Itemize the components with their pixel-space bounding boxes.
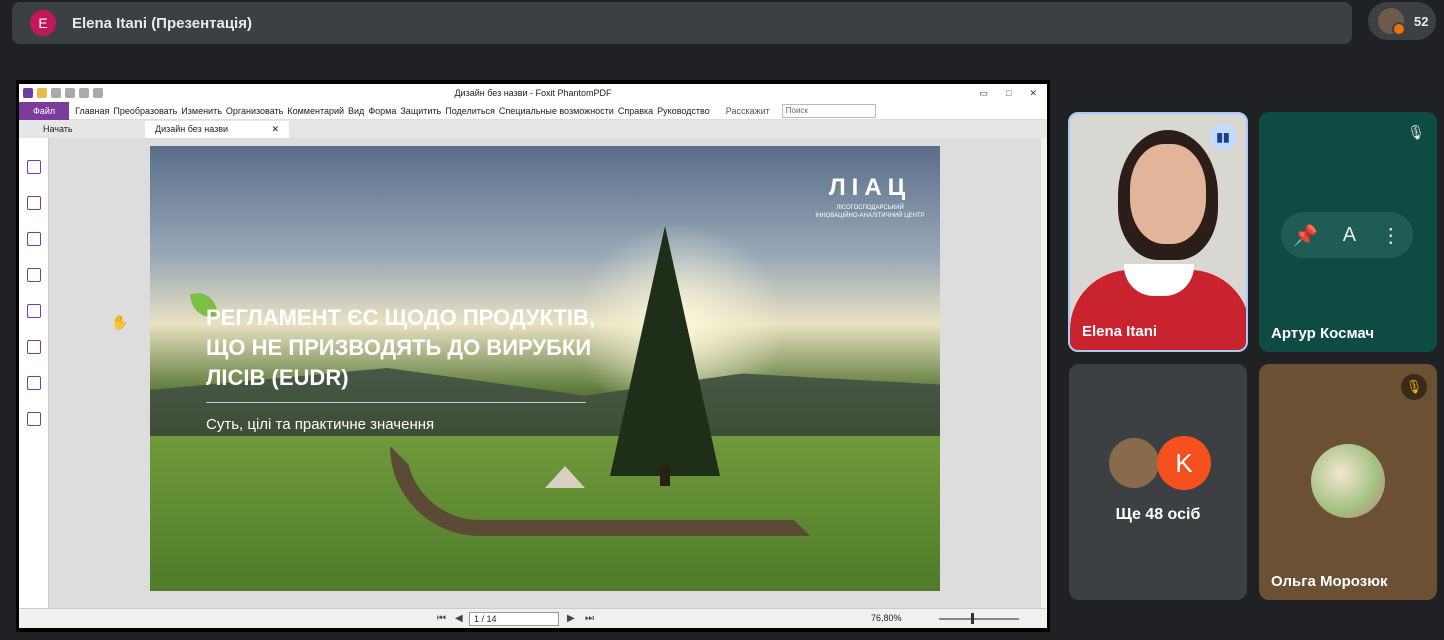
menu-form[interactable]: Форма	[368, 106, 396, 116]
close-tab-icon[interactable]: ✕	[271, 124, 279, 138]
slide-divider	[206, 402, 586, 403]
presentation-slide: ЛІАЦ Лісогосподарський інноваційно-аналі…	[150, 146, 940, 591]
close-icon[interactable]: ✕	[1029, 88, 1037, 99]
pages-icon[interactable]	[26, 196, 41, 210]
form-icon[interactable]	[26, 376, 41, 390]
participant-name: Ольга Морозюк	[1271, 573, 1388, 590]
signature-icon[interactable]	[26, 412, 41, 426]
audio-level-icon: ▮▮	[1210, 124, 1236, 150]
maximize-icon[interactable]: □	[1006, 88, 1011, 99]
ribbon-menu: Файл Главная Преобразовать Изменить Орга…	[19, 101, 1047, 120]
navigation-panel	[19, 138, 49, 608]
shared-screen: Дизайн без назви - Foxit PhantomPDF ▭ □ …	[16, 80, 1050, 632]
menu-view[interactable]: Вид	[348, 106, 364, 116]
captions-icon[interactable]: A	[1343, 224, 1356, 247]
tab-document[interactable]: Дизайн без назви ✕	[145, 121, 289, 138]
participant-avatar	[1311, 444, 1385, 518]
comments-icon[interactable]	[26, 268, 41, 282]
logo-main: ЛІАЦ	[828, 174, 912, 201]
pin-icon[interactable]: 📌	[1293, 223, 1318, 248]
menu-comment[interactable]: Комментарий	[287, 106, 344, 116]
layers-icon[interactable]	[26, 232, 41, 246]
foxit-window: Дизайн без назви - Foxit PhantomPDF ▭ □ …	[19, 84, 1047, 628]
vertical-scrollbar[interactable]	[1041, 138, 1047, 608]
menu-organize[interactable]: Организовать	[226, 106, 283, 116]
participant-avatar	[1378, 8, 1406, 36]
participant-name: Артур Космач	[1271, 325, 1375, 342]
slide-subtitle: Суть, цілі та практичне значення	[206, 416, 435, 433]
minimize-icon[interactable]: ▭	[980, 88, 989, 99]
presentation-bar: E Elena Itani (Презентація)	[12, 2, 1352, 44]
next-page-icon[interactable]: ▶	[567, 613, 575, 624]
video-face	[1130, 144, 1206, 244]
mic-off-icon: 🎙	[1401, 374, 1427, 400]
zoom-slider-knob[interactable]	[971, 613, 974, 624]
slide-tree-trunk	[660, 466, 670, 486]
logo-subtitle: Лісогосподарський інноваційно-аналітични…	[815, 205, 925, 219]
others-tile[interactable]: K Ще 48 осіб	[1069, 364, 1247, 600]
tell-me[interactable]: Расскажит	[726, 106, 770, 116]
last-page-icon[interactable]: ⏭	[585, 613, 594, 624]
zoom-level[interactable]: 76,80%	[871, 613, 902, 623]
document-tabs: Начать Дизайн без назви ✕	[19, 120, 1047, 138]
tab-start[interactable]: Начать	[19, 121, 139, 138]
window-title: Дизайн без назви - Foxit PhantomPDF	[454, 88, 612, 98]
participant-avatar-k: K	[1157, 436, 1211, 490]
more-vert-icon[interactable]: ⋮	[1381, 223, 1401, 248]
prev-page-icon[interactable]: ◀	[455, 613, 463, 624]
document-view[interactable]: ✋ ЛІАЦ Лісогосподарський інноваційно-ана…	[49, 138, 1041, 608]
participant-tile-olga[interactable]: 🎙 Ольга Морозюк	[1259, 364, 1437, 600]
first-page-icon[interactable]: ⏮	[437, 613, 446, 624]
menu-accessibility[interactable]: Специальные возможности	[499, 106, 614, 116]
security-icon[interactable]	[26, 340, 41, 354]
tile-controls: 📌 A ⋮	[1281, 212, 1413, 258]
page-number-field[interactable]: 1 / 14	[469, 612, 559, 626]
menu-protect[interactable]: Защитить	[400, 106, 441, 116]
presenter-avatar: E	[30, 10, 56, 36]
mic-off-icon: 🎙	[1407, 124, 1425, 140]
bookmarks-icon[interactable]	[26, 160, 41, 174]
participant-name: Elena Itani	[1082, 323, 1158, 340]
hand-cursor-icon: ✋	[111, 314, 129, 330]
participant-count: 52	[1414, 13, 1429, 29]
attachments-icon[interactable]	[26, 304, 41, 318]
participant-tile-elena[interactable]: ▮▮ Elena Itani	[1068, 112, 1248, 352]
menu-edit[interactable]: Изменить	[181, 106, 222, 116]
menu-help[interactable]: Справка	[618, 106, 653, 116]
status-bar: ⏮ ◀ 1 / 14 ▶ ⏭ 76,80%	[19, 608, 1047, 628]
window-controls: ▭ □ ✕	[980, 88, 1038, 99]
search-input[interactable]: Поиск	[781, 103, 876, 118]
others-count: Ще 48 осіб	[1115, 506, 1201, 523]
participants-button[interactable]: 52	[1368, 2, 1436, 40]
tab-document-label: Дизайн без назви	[155, 124, 229, 134]
participant-avatar	[1107, 436, 1161, 490]
liac-logo: ЛІАЦ Лісогосподарський інноваційно-аналі…	[815, 174, 925, 220]
menu-guide[interactable]: Руководство	[657, 106, 710, 116]
slide-title: РЕГЛАМЕНТ ЄС ЩОДО ПРОДУКТІВ, ЩО НЕ ПРИЗВ…	[206, 305, 595, 390]
menu-convert[interactable]: Преобразовать	[113, 106, 177, 116]
slide-tent	[545, 466, 585, 488]
participant-tile-artur[interactable]: 🎙 📌 A ⋮ Артур Космач	[1259, 112, 1437, 352]
menu-file[interactable]: Файл	[19, 101, 70, 120]
zoom-slider[interactable]	[939, 618, 1019, 620]
menu-home[interactable]: Главная	[75, 106, 109, 116]
presenter-title: Elena Itani (Презентація)	[72, 14, 252, 32]
slide-path	[390, 446, 810, 536]
title-bar: Дизайн без назви - Foxit PhantomPDF ▭ □ …	[19, 84, 1047, 102]
menu-share[interactable]: Поделиться	[445, 106, 495, 116]
